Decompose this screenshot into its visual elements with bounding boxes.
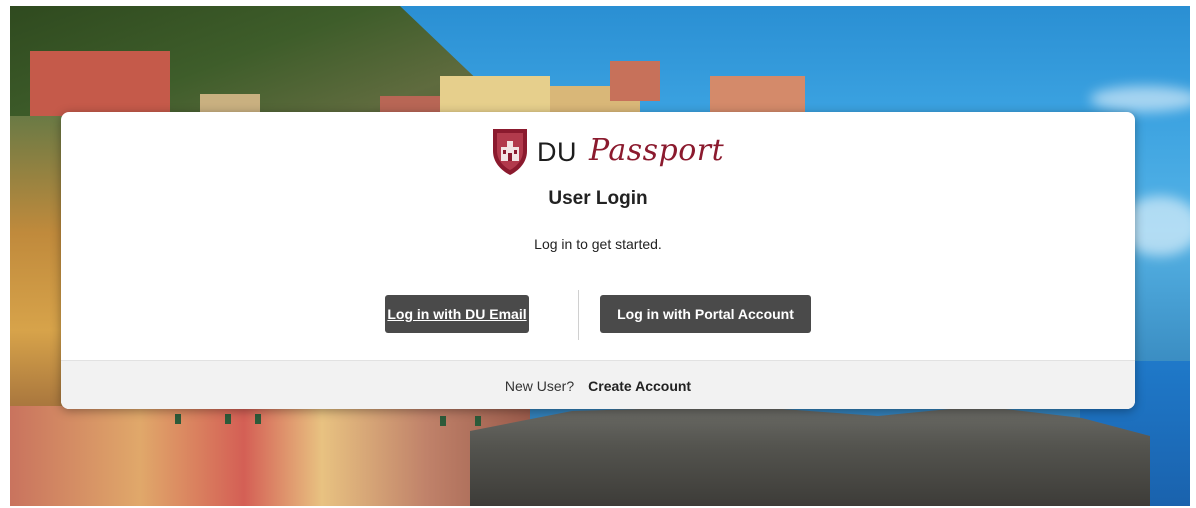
login-card: DU Passport User Login Log in to get sta… (61, 112, 1135, 409)
page-subtitle: Log in to get started. (534, 236, 662, 252)
login-du-email-button[interactable]: Log in with DU Email (385, 295, 529, 333)
new-user-label: New User? (504, 377, 575, 394)
building (30, 51, 170, 121)
window (225, 414, 231, 424)
building (610, 61, 660, 101)
window (475, 416, 481, 426)
logo-passport-text: Passport (589, 132, 725, 168)
login-portal-account-button[interactable]: Log in with Portal Account (600, 295, 811, 333)
logo-du-text: DU (537, 136, 577, 167)
window (255, 414, 261, 424)
window (175, 414, 181, 424)
page-title: User Login (548, 188, 648, 209)
rock-cliff (470, 406, 1150, 506)
card-footer: New User? Create Account (61, 360, 1135, 409)
shield-crest-icon (493, 129, 527, 175)
town-bottom (10, 406, 530, 506)
cloud (1090, 86, 1190, 112)
login-card-body: DU Passport User Login Log in to get sta… (61, 112, 1135, 360)
create-account-link[interactable]: Create Account (588, 378, 691, 394)
du-passport-logo: DU Passport (490, 124, 724, 178)
window (440, 416, 446, 426)
button-divider (578, 290, 579, 340)
